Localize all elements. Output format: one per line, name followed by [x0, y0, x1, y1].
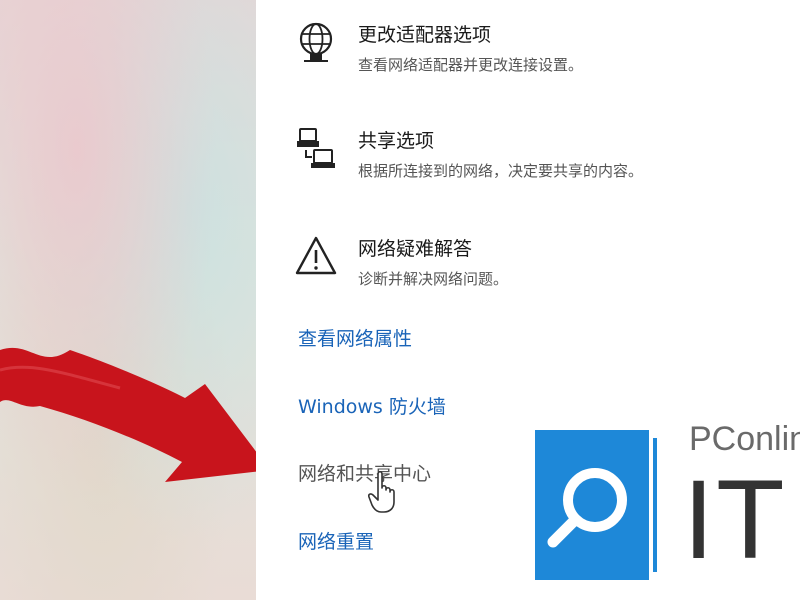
red-arrow-annotation	[0, 347, 270, 482]
change-adapter-options[interactable]: 更改适配器选项 查看网络适配器并更改连接设置。	[256, 20, 776, 90]
warning-icon	[295, 236, 337, 275]
view-network-properties-link[interactable]: 查看网络属性	[298, 324, 412, 351]
option-description: 查看网络适配器并更改连接设置。	[358, 56, 584, 74]
windows-firewall-link[interactable]: Windows 防火墙	[298, 392, 446, 419]
option-title: 网络疑难解答	[358, 238, 473, 260]
it-brand-text: IT	[683, 457, 787, 582]
option-description: 根据所连接到的网络，决定要共享的内容。	[358, 162, 644, 180]
network-adapter-icon	[299, 22, 333, 62]
option-description: 诊断并解决网络问题。	[358, 270, 509, 288]
pconline-watermark: PConline IT	[493, 410, 800, 600]
hand-cursor-icon	[368, 470, 395, 513]
pconline-brand-text: PConline	[689, 420, 800, 458]
blurred-background	[0, 0, 256, 600]
network-troubleshooter[interactable]: 网络疑难解答 诊断并解决网络问题。	[256, 234, 776, 304]
sharing-options[interactable]: 共享选项 根据所连接到的网络，决定要共享的内容。	[256, 126, 776, 196]
sharing-icon	[297, 128, 335, 168]
network-reset-link[interactable]: 网络重置	[298, 527, 374, 554]
pconline-logo-icon	[535, 430, 657, 580]
option-title: 共享选项	[358, 130, 435, 152]
option-title: 更改适配器选项	[358, 24, 492, 46]
network-sharing-center-link[interactable]: 网络和共享中心	[298, 459, 431, 486]
